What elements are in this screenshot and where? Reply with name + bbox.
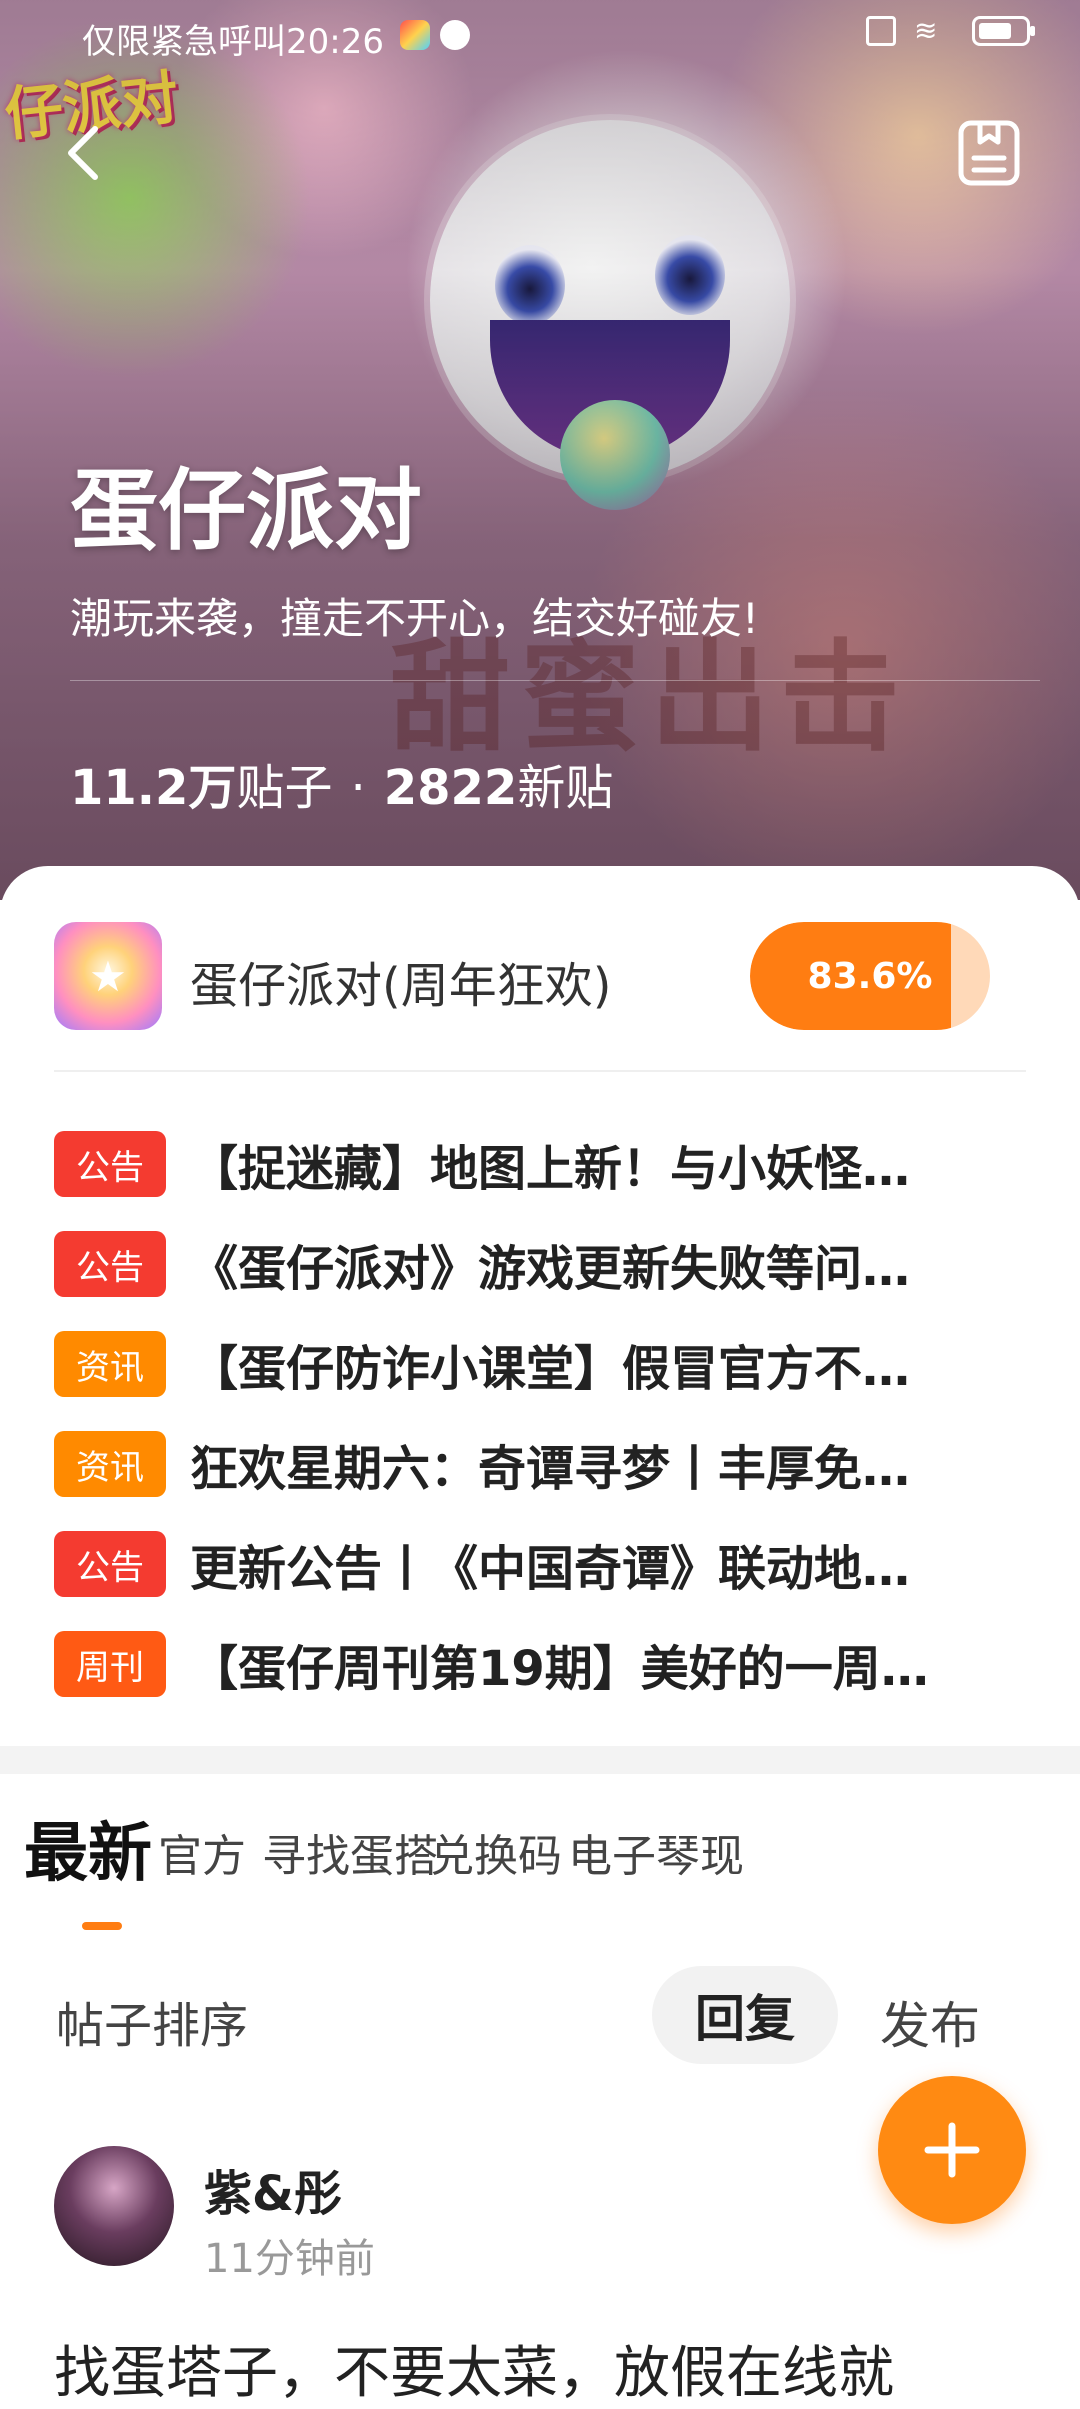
notice-tag: 公告 [54, 1531, 166, 1597]
post-body[interactable]: 找蛋塔子，不要太菜，放假在线就 [54, 2328, 894, 2409]
game-app-icon[interactable]: ★ [54, 922, 162, 1030]
avatar[interactable] [54, 2146, 174, 2266]
notice-item[interactable]: 资讯 狂欢星期六：奇谭寻梦丨丰厚免… [54, 1414, 1050, 1514]
game-row[interactable]: ★ 蛋仔派对(周年狂欢) 83.6% [54, 922, 1026, 1032]
sort-label: 帖子排序 [56, 1998, 249, 2054]
hero-divider [70, 680, 1040, 681]
notice-title: 【捉迷藏】地图上新！与小妖怪… [190, 1141, 911, 1197]
plus-icon [924, 2122, 980, 2178]
clock: 20:26 [286, 22, 384, 62]
notice-item[interactable]: 公告 【捉迷藏】地图上新！与小妖怪… [54, 1114, 1050, 1214]
notice-item[interactable]: 周刊 【蛋仔周刊第19期】美好的一周… [54, 1614, 1050, 1714]
stats-separator: · [350, 760, 366, 816]
post-count: 11.2万 [70, 760, 237, 816]
notification-icons [400, 20, 470, 50]
status-right: ≋ [866, 14, 1035, 47]
notice-title: 【蛋仔周刊第19期】美好的一周… [190, 1641, 929, 1697]
download-progress-button[interactable]: 83.6% [750, 922, 990, 1030]
battery-icon [972, 16, 1035, 46]
notice-tag: 周刊 [54, 1631, 166, 1697]
post-count-label: 贴子 [236, 760, 333, 816]
new-count: 2822 [383, 760, 518, 816]
vibrate-icon [866, 16, 896, 46]
forum-title: 蛋仔派对 [70, 459, 423, 562]
notice-list: 公告 【捉迷藏】地图上新！与小妖怪… 公告 《蛋仔派对》游戏更新失败等问… 资讯 【蛋仔防… [54, 1114, 1050, 1714]
app-notification-icon [400, 20, 430, 50]
tab-item[interactable]: 官方 [158, 1820, 246, 1884]
notice-tag: 资讯 [54, 1431, 166, 1497]
sort-by-publish-button[interactable]: 发布 [880, 1986, 980, 2058]
tab-item[interactable]: 现 [700, 1820, 744, 1884]
app-notification-icon [440, 20, 470, 50]
status-bar: 仅限紧急呼叫20:26 ≋ [0, 0, 1080, 70]
tab-item[interactable]: 最新 [24, 1802, 152, 1894]
active-tab-indicator [82, 1922, 122, 1930]
card-divider [54, 1070, 1026, 1072]
notice-item[interactable]: 公告 更新公告丨《中国奇谭》联动地… [54, 1514, 1050, 1614]
forum-info-button[interactable] [956, 118, 1022, 188]
notice-title: 狂欢星期六：奇谭寻梦丨丰厚免… [190, 1441, 911, 1497]
notice-tag: 公告 [54, 1231, 166, 1297]
back-button[interactable] [58, 118, 108, 188]
category-tabs: 最新 官方 寻找蛋搭 兑换码 电子琴现 [0, 1774, 1080, 1938]
tab-item[interactable]: 兑换码 [430, 1820, 562, 1884]
notice-title: 【蛋仔防诈小课堂】假冒官方不… [190, 1341, 911, 1397]
forum-subtitle: 潮玩来袭，撞走不开心，结交好碰友! [70, 594, 759, 643]
status-left: 仅限紧急呼叫20:26 [82, 14, 384, 63]
tab-item[interactable]: 寻找蛋搭 [262, 1820, 438, 1884]
sort-by-reply-button[interactable]: 回复 [652, 1966, 838, 2064]
notice-item[interactable]: 资讯 【蛋仔防诈小课堂】假冒官方不… [54, 1314, 1050, 1414]
new-count-label: 新贴 [517, 760, 614, 816]
chevron-left-icon [68, 126, 98, 180]
notice-title: 《蛋仔派对》游戏更新失败等问… [190, 1241, 911, 1297]
forum-info-card: ★ 蛋仔派对(周年狂欢) 83.6% 公告 【捉迷藏】地图上新！与小妖怪… 公告 《蛋… [0, 866, 1080, 1746]
notice-title: 更新公告丨《中国奇谭》联动地… [190, 1541, 911, 1597]
notice-tag: 公告 [54, 1131, 166, 1197]
post-username[interactable]: 紫&彤 [204, 2154, 342, 2224]
section-gap [0, 1746, 1080, 1774]
progress-label: 83.6% [807, 955, 933, 997]
post-time: 11分钟前 [204, 2236, 375, 2282]
create-post-button[interactable] [878, 2076, 1026, 2224]
wifi-icon: ≋ [914, 14, 938, 47]
tab-item[interactable]: 电子琴 [568, 1820, 700, 1884]
notice-item[interactable]: 公告 《蛋仔派对》游戏更新失败等问… [54, 1214, 1050, 1314]
sort-row: 帖子排序 回复 发布 [0, 1936, 1080, 2096]
notice-tag: 资讯 [54, 1331, 166, 1397]
forum-stats: 11.2万贴子 · 2822新贴 [70, 748, 613, 818]
game-name: 蛋仔派对(周年狂欢) [190, 958, 612, 1014]
carrier-text: 仅限紧急呼叫 [82, 22, 286, 62]
document-icon [958, 120, 1020, 186]
